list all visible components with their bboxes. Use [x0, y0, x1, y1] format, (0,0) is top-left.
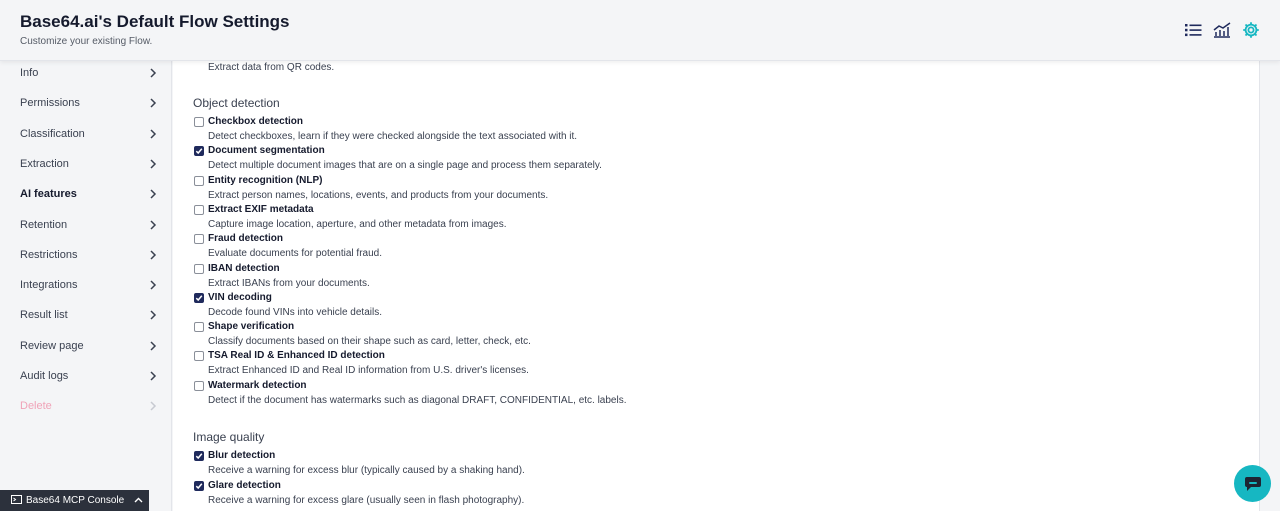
sidebar-item-classification[interactable]: Classification: [0, 122, 172, 146]
glare-detection-description: Receive a warning for excess glare (usua…: [208, 494, 525, 506]
sidebar-item-ai-features[interactable]: AI features: [0, 182, 172, 206]
sidebar-item-label: Restrictions: [20, 248, 78, 261]
entity-recognition-nlp-label[interactable]: Entity recognition (NLP): [208, 175, 322, 187]
main-content: Extract data from QR codes. Object detec…: [173, 61, 1260, 511]
vin-decoding-description: Decode found VINs into vehicle details.: [208, 306, 382, 318]
extract-exif-metadata-label[interactable]: Extract EXIF metadata: [208, 204, 314, 216]
sidebar-item-delete[interactable]: Delete: [0, 394, 172, 418]
iban-detection-description: Extract IBANs from your documents.: [208, 277, 370, 289]
sidebar-item-label: Info: [20, 67, 39, 79]
checkmark-icon: [195, 148, 203, 155]
chevron-right-icon: [149, 219, 157, 231]
chevron-right-icon: [149, 249, 157, 261]
page-subtitle: Customize your existing Flow.: [20, 36, 153, 47]
watermark-detection-label[interactable]: Watermark detection: [208, 380, 307, 392]
fraud-detection-description: Evaluate documents for potential fraud.: [208, 248, 382, 260]
section-title-image-quality: Image quality: [193, 430, 265, 444]
watermark-detection-description: Detect if the document has watermarks su…: [208, 394, 627, 406]
mcp-console-button[interactable]: Base64 MCP Console: [0, 490, 149, 511]
checkbox-detection-label[interactable]: Checkbox detection: [208, 116, 303, 128]
page-header: Base64.ai's Default Flow Settings Custom…: [0, 0, 1280, 61]
iban-detection-checkbox[interactable]: [194, 263, 204, 274]
document-segmentation-checkbox[interactable]: [194, 146, 204, 157]
console-label: Base64 MCP Console: [26, 495, 125, 506]
blur-detection-description: Receive a warning for excess blur (typic…: [208, 465, 525, 476]
page-title: Base64.ai's Default Flow Settings: [20, 12, 290, 31]
glare-detection-checkbox[interactable]: [194, 480, 204, 491]
sidebar-item-extraction[interactable]: Extraction: [0, 152, 172, 176]
tsa-real-id-enhanced-id-detection-checkbox[interactable]: [194, 351, 204, 362]
option-description: Extract data from QR codes.: [208, 62, 335, 73]
sidebar-item-label: Permissions: [20, 97, 80, 110]
chevron-right-icon: [149, 97, 157, 109]
checkmark-icon: [195, 453, 203, 460]
sidebar-item-permissions[interactable]: Permissions: [0, 91, 172, 115]
checkbox-detection-description: Detect checkboxes, learn if they were ch…: [208, 131, 578, 142]
sidebar-item-retention[interactable]: Retention: [0, 213, 172, 237]
sidebar-item-label: Audit logs: [20, 370, 69, 382]
sidebar-item-restrictions[interactable]: Restrictions: [0, 243, 172, 267]
sidebar-item-review-page[interactable]: Review page: [0, 334, 172, 358]
watermark-detection-checkbox[interactable]: [194, 380, 204, 391]
sidebar-item-info[interactable]: Info: [0, 61, 172, 85]
chat-button[interactable]: [1234, 465, 1271, 502]
console-icon: [11, 494, 22, 507]
chevron-right-icon: [149, 128, 157, 140]
vin-decoding-label[interactable]: VIN decoding: [208, 292, 272, 304]
sidebar-item-audit-logs[interactable]: Audit logs: [0, 364, 172, 388]
shape-verification-label[interactable]: Shape verification: [208, 321, 294, 333]
shape-verification-description: Classify documents based on their shape …: [208, 336, 531, 348]
sidebar-item-label: Delete: [20, 400, 52, 413]
extract-exif-metadata-checkbox[interactable]: [194, 204, 204, 215]
fraud-detection-label[interactable]: Fraud detection: [208, 233, 283, 245]
sidebar-item-label: Retention: [20, 218, 68, 231]
chevron-right-icon: [149, 340, 157, 352]
chevron-up-icon: [134, 495, 143, 506]
sidebar-item-label: Classification: [20, 127, 85, 140]
document-segmentation-label[interactable]: Document segmentation: [208, 145, 325, 157]
chat-icon: [1244, 476, 1261, 491]
sidebar-item-label: AI features: [20, 188, 77, 201]
scrollbar-track[interactable]: [1260, 61, 1280, 511]
sidebar-item-label: Extraction: [20, 157, 69, 170]
shape-verification-checkbox[interactable]: [194, 322, 204, 333]
section-title-object-detection: Object detection: [193, 96, 280, 110]
list-icon[interactable]: [1184, 21, 1202, 39]
sidebar-item-label: Result list: [20, 309, 68, 322]
checkmark-icon: [195, 482, 203, 489]
gear-icon[interactable]: [1242, 21, 1260, 39]
analytics-icon[interactable]: [1213, 21, 1231, 39]
document-segmentation-description: Detect multiple document images that are…: [208, 160, 602, 172]
sidebar-item-label: Integrations: [20, 279, 78, 292]
iban-detection-label[interactable]: IBAN detection: [208, 263, 280, 275]
chevron-right-icon: [149, 370, 157, 382]
chevron-right-icon: [149, 67, 157, 79]
vin-decoding-checkbox[interactable]: [194, 292, 204, 303]
chevron-right-icon: [149, 400, 157, 412]
chevron-right-icon: [149, 158, 157, 170]
chevron-right-icon: [149, 309, 157, 321]
entity-recognition-nlp-description: Extract person names, locations, events,…: [208, 189, 549, 201]
tsa-real-id-enhanced-id-detection-label[interactable]: TSA Real ID & Enhanced ID detection: [208, 350, 385, 362]
chevron-right-icon: [149, 279, 157, 291]
tsa-real-id-enhanced-id-detection-description: Extract Enhanced ID and Real ID informat…: [208, 365, 529, 377]
checkmark-icon: [195, 295, 203, 301]
sidebar-item-integrations[interactable]: Integrations: [0, 273, 172, 297]
checkbox-detection-checkbox[interactable]: [194, 117, 204, 127]
header-toolbar: [1184, 21, 1260, 39]
sidebar-item-label: Review page: [20, 339, 84, 352]
blur-detection-label[interactable]: Blur detection: [208, 450, 275, 462]
fraud-detection-checkbox[interactable]: [194, 234, 204, 245]
blur-detection-checkbox[interactable]: [194, 451, 204, 461]
chevron-right-icon: [149, 188, 157, 200]
entity-recognition-nlp-checkbox[interactable]: [194, 175, 204, 186]
sidebar-item-result-list[interactable]: Result list: [0, 303, 172, 327]
glare-detection-label[interactable]: Glare detection: [208, 480, 281, 492]
extract-exif-metadata-description: Capture image location, aperture, and ot…: [208, 218, 507, 230]
